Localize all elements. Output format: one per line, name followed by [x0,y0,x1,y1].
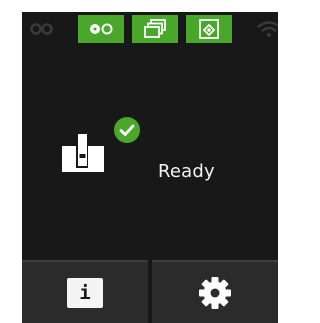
card-hopper-icon[interactable] [186,15,232,43]
status-bar [22,12,278,46]
info-glyph: i [79,281,91,304]
status-text: Ready [158,161,215,182]
ribbon-icon [22,15,62,43]
gear-icon [199,276,231,309]
settings-button[interactable] [152,260,278,323]
wifi-icon [254,15,278,43]
info-icon: i [67,277,103,308]
printer-display: Ready i [22,12,278,323]
printer-card-icon [60,132,106,178]
cards-stack-icon[interactable] [132,15,178,43]
checkmark-icon [114,117,140,143]
info-button[interactable]: i [22,260,148,323]
tape-reel-icon[interactable] [78,15,124,43]
